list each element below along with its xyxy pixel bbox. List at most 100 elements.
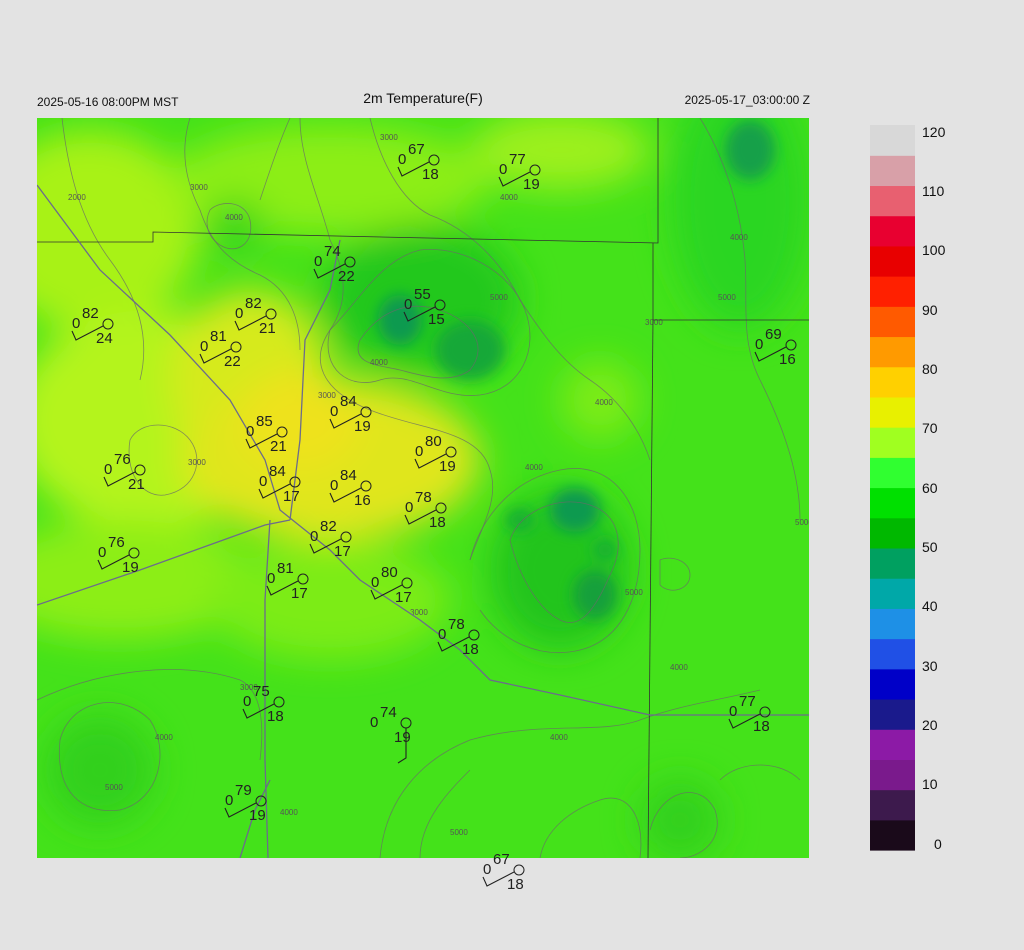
- station-dewpoint: 22: [338, 268, 355, 285]
- colorbar-label: 20: [922, 717, 938, 733]
- station-dewpoint: 19: [354, 418, 371, 435]
- station-cloud-cover: 0: [246, 423, 254, 440]
- station-temperature: 84: [269, 463, 286, 480]
- colorbar-segment: [870, 306, 915, 338]
- station-dewpoint: 17: [283, 488, 300, 505]
- contour-label: 3000: [188, 458, 206, 467]
- station-cloud-cover: 0: [235, 305, 243, 322]
- colorbar-label: 70: [922, 420, 938, 436]
- colorbar-segment: [870, 185, 915, 217]
- contour-label: 4000: [500, 193, 518, 202]
- station-dewpoint: 16: [779, 351, 796, 368]
- station-cloud-cover: 0: [330, 403, 338, 420]
- colorbar-segment: [870, 729, 915, 760]
- station-cloud-cover: 0: [72, 315, 80, 332]
- station-dewpoint: 21: [128, 476, 145, 493]
- station-dewpoint: 18: [507, 876, 524, 893]
- colorbar-segment: [870, 578, 915, 609]
- colorbar-segment: [870, 759, 915, 791]
- station-cloud-cover: 0: [200, 338, 208, 355]
- contour-label: 2000: [68, 193, 86, 202]
- station-cloud-cover: 0: [371, 574, 379, 591]
- station-temperature: 77: [739, 693, 756, 710]
- station-cloud-cover: 0: [225, 792, 233, 809]
- station-dewpoint: 15: [428, 311, 445, 328]
- station-cloud-cover: 0: [398, 151, 406, 168]
- station-temperature: 74: [380, 704, 397, 721]
- station-dewpoint: 22: [224, 353, 241, 370]
- station-dewpoint: 18: [429, 514, 446, 531]
- station-temperature: 82: [82, 305, 99, 322]
- station-dewpoint: 19: [394, 729, 411, 746]
- station-cloud-cover: 0: [499, 161, 507, 178]
- station-dewpoint: 19: [439, 458, 456, 475]
- station-dewpoint: 19: [122, 559, 139, 576]
- station-cloud-cover: 0: [755, 336, 763, 353]
- colorbar-segment: [870, 789, 915, 821]
- contour-label: 4000: [595, 398, 613, 407]
- colorbar-segment: [870, 215, 915, 247]
- contour-label: 5000: [625, 588, 643, 597]
- contour-label: 4000: [550, 733, 568, 742]
- station-dewpoint: 18: [422, 166, 439, 183]
- station-temperature: 67: [408, 141, 425, 158]
- colorbar-segment: [870, 487, 915, 519]
- colorbar-segment: [870, 155, 915, 187]
- station-temperature: 77: [509, 151, 526, 168]
- contour-label: 4000: [155, 733, 173, 742]
- colorbar-label: 100: [922, 242, 946, 258]
- station-temperature: 79: [235, 782, 252, 799]
- colorbar-segment: [870, 245, 915, 277]
- contour-label: 4000: [670, 663, 688, 672]
- station-dewpoint: 16: [354, 492, 371, 509]
- station-cloud-cover: 0: [438, 626, 446, 643]
- station-dewpoint: 21: [270, 438, 287, 455]
- contour-label: 5000: [105, 783, 123, 792]
- colorbar-segment: [870, 698, 915, 730]
- colorbar-label: 80: [922, 361, 938, 377]
- colorbar-label: 90: [922, 302, 938, 318]
- contour-label: 4000: [730, 233, 748, 242]
- station-dewpoint: 17: [334, 543, 351, 560]
- colorbar-segment: [870, 638, 915, 670]
- station-dewpoint: 17: [291, 585, 308, 602]
- contour-label: 5000: [490, 293, 508, 302]
- station-cloud-cover: 0: [415, 443, 423, 460]
- station-temperature: 82: [320, 518, 337, 535]
- colorbar-segment: [870, 668, 915, 700]
- station-cloud-cover: 0: [267, 570, 275, 587]
- colorbar-segment: [870, 608, 915, 640]
- station-dewpoint: 17: [395, 589, 412, 606]
- station-cloud-cover: 0: [330, 477, 338, 494]
- colorbar-segment: [870, 457, 915, 489]
- station-cloud-cover: 0: [370, 714, 378, 731]
- station-circle: [513, 864, 525, 876]
- station-temperature: 82: [245, 295, 262, 312]
- station-temperature: 80: [381, 564, 398, 581]
- station-dewpoint: 19: [523, 176, 540, 193]
- station-cloud-cover: 0: [404, 296, 412, 313]
- colorbar-segment: [870, 276, 915, 307]
- station-dewpoint: 18: [462, 641, 479, 658]
- station-temperature: 55: [414, 286, 431, 303]
- station-temperature: 85: [256, 413, 273, 430]
- contour-label: 4000: [370, 358, 388, 367]
- station-temperature: 84: [340, 467, 357, 484]
- station-temperature: 78: [448, 616, 465, 633]
- station-temperature: 81: [210, 328, 227, 345]
- colorbar-label: 30: [922, 658, 938, 674]
- colorbar-label: 50: [922, 539, 938, 555]
- contour-label: 3000: [380, 133, 398, 142]
- colorbar-segment: [870, 427, 915, 458]
- station-temperature: 78: [415, 489, 432, 506]
- colorbar-segment: [870, 547, 915, 579]
- contour-label: 4000: [280, 808, 298, 817]
- colorbar: [870, 125, 915, 851]
- station-cloud-cover: 0: [259, 473, 267, 490]
- contour-label: 4000: [525, 463, 543, 472]
- colorbar-label: 0: [934, 836, 942, 852]
- contour-label: 3000: [645, 318, 663, 327]
- station-temperature: 80: [425, 433, 442, 450]
- contour-label: 4000: [225, 213, 243, 222]
- contour-label: 5000: [795, 518, 813, 527]
